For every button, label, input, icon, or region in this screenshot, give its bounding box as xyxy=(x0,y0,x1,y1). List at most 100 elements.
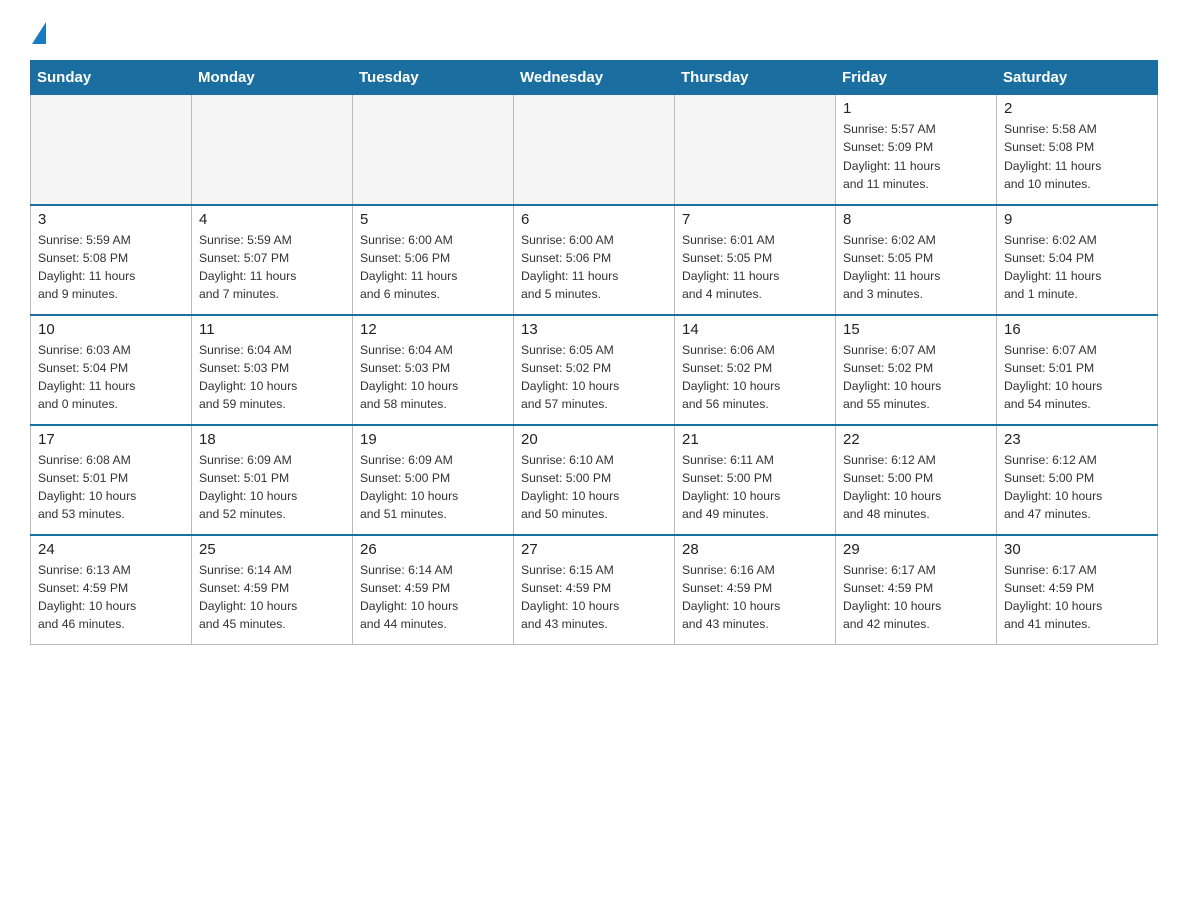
day-info: Sunrise: 6:08 AM Sunset: 5:01 PM Dayligh… xyxy=(38,451,184,524)
day-number: 25 xyxy=(199,541,345,558)
day-info: Sunrise: 6:04 AM Sunset: 5:03 PM Dayligh… xyxy=(199,341,345,414)
calendar-cell: 18 Sunrise: 6:09 AM Sunset: 5:01 PM Dayli… xyxy=(192,425,353,535)
calendar-cell: 29 Sunrise: 6:17 AM Sunset: 4:59 PM Dayli… xyxy=(836,535,997,645)
calendar-cell: 15 Sunrise: 6:07 AM Sunset: 5:02 PM Dayli… xyxy=(836,315,997,425)
day-number: 17 xyxy=(38,431,184,448)
day-number: 29 xyxy=(843,541,989,558)
calendar-cell: 1 Sunrise: 5:57 AM Sunset: 5:09 PM Daylig… xyxy=(836,95,997,205)
day-number: 28 xyxy=(682,541,828,558)
calendar-cell: 20Sunrise: 6:10 AM Sunset: 5:00 PM Dayli… xyxy=(514,425,675,535)
day-info: Sunrise: 6:11 AM Sunset: 5:00 PM Dayligh… xyxy=(682,451,828,524)
day-info: Sunrise: 6:07 AM Sunset: 5:02 PM Dayligh… xyxy=(843,341,989,414)
day-number: 2 xyxy=(1004,100,1150,117)
calendar-cell: 3 Sunrise: 5:59 AM Sunset: 5:08 PM Daylig… xyxy=(31,205,192,315)
day-info: Sunrise: 6:17 AM Sunset: 4:59 PM Dayligh… xyxy=(843,561,989,634)
day-number: 13 xyxy=(521,321,667,338)
day-info: Sunrise: 6:01 AM Sunset: 5:05 PM Dayligh… xyxy=(682,231,828,304)
day-info: Sunrise: 6:00 AM Sunset: 5:06 PM Dayligh… xyxy=(360,231,506,304)
day-info: Sunrise: 6:14 AM Sunset: 4:59 PM Dayligh… xyxy=(199,561,345,634)
calendar-cell: 28 Sunrise: 6:16 AM Sunset: 4:59 PM Dayli… xyxy=(675,535,836,645)
day-info: Sunrise: 6:16 AM Sunset: 4:59 PM Dayligh… xyxy=(682,561,828,634)
day-number: 23 xyxy=(1004,431,1150,448)
day-info: Sunrise: 6:12 AM Sunset: 5:00 PM Dayligh… xyxy=(843,451,989,524)
logo xyxy=(30,24,46,44)
calendar-cell xyxy=(192,95,353,205)
day-info: Sunrise: 6:02 AM Sunset: 5:05 PM Dayligh… xyxy=(843,231,989,304)
day-info: Sunrise: 5:59 AM Sunset: 5:07 PM Dayligh… xyxy=(199,231,345,304)
day-number: 9 xyxy=(1004,211,1150,228)
calendar-cell xyxy=(31,95,192,205)
day-info: Sunrise: 6:04 AM Sunset: 5:03 PM Dayligh… xyxy=(360,341,506,414)
day-number: 8 xyxy=(843,211,989,228)
calendar-cell xyxy=(514,95,675,205)
calendar-cell: 10Sunrise: 6:03 AM Sunset: 5:04 PM Dayli… xyxy=(31,315,192,425)
day-number: 14 xyxy=(682,321,828,338)
day-info: Sunrise: 6:09 AM Sunset: 5:01 PM Dayligh… xyxy=(199,451,345,524)
calendar-cell: 17 Sunrise: 6:08 AM Sunset: 5:01 PM Dayli… xyxy=(31,425,192,535)
day-info: Sunrise: 6:15 AM Sunset: 4:59 PM Dayligh… xyxy=(521,561,667,634)
weekday-header-sunday: Sunday xyxy=(31,61,192,95)
day-number: 4 xyxy=(199,211,345,228)
calendar-cell: 5Sunrise: 6:00 AM Sunset: 5:06 PM Daylig… xyxy=(353,205,514,315)
calendar-row-4: 24 Sunrise: 6:13 AM Sunset: 4:59 PM Dayli… xyxy=(31,535,1158,645)
day-info: Sunrise: 6:02 AM Sunset: 5:04 PM Dayligh… xyxy=(1004,231,1150,304)
day-number: 30 xyxy=(1004,541,1150,558)
calendar-row-0: 1 Sunrise: 5:57 AM Sunset: 5:09 PM Daylig… xyxy=(31,95,1158,205)
weekday-header-monday: Monday xyxy=(192,61,353,95)
calendar-cell: 23 Sunrise: 6:12 AM Sunset: 5:00 PM Dayli… xyxy=(997,425,1158,535)
day-number: 6 xyxy=(521,211,667,228)
day-number: 12 xyxy=(360,321,506,338)
day-info: Sunrise: 6:13 AM Sunset: 4:59 PM Dayligh… xyxy=(38,561,184,634)
calendar-row-1: 3 Sunrise: 5:59 AM Sunset: 5:08 PM Daylig… xyxy=(31,205,1158,315)
calendar-cell xyxy=(675,95,836,205)
day-number: 16 xyxy=(1004,321,1150,338)
day-number: 1 xyxy=(843,100,989,117)
weekday-header-tuesday: Tuesday xyxy=(353,61,514,95)
weekday-header-friday: Friday xyxy=(836,61,997,95)
day-info: Sunrise: 6:17 AM Sunset: 4:59 PM Dayligh… xyxy=(1004,561,1150,634)
calendar-cell: 7 Sunrise: 6:01 AM Sunset: 5:05 PM Daylig… xyxy=(675,205,836,315)
day-number: 3 xyxy=(38,211,184,228)
calendar-cell: 13 Sunrise: 6:05 AM Sunset: 5:02 PM Dayli… xyxy=(514,315,675,425)
calendar-cell: 27 Sunrise: 6:15 AM Sunset: 4:59 PM Dayli… xyxy=(514,535,675,645)
logo-top xyxy=(30,24,46,44)
calendar-cell: 12 Sunrise: 6:04 AM Sunset: 5:03 PM Dayli… xyxy=(353,315,514,425)
calendar-cell: 22 Sunrise: 6:12 AM Sunset: 5:00 PM Dayli… xyxy=(836,425,997,535)
day-number: 21 xyxy=(682,431,828,448)
calendar-cell: 2 Sunrise: 5:58 AM Sunset: 5:08 PM Daylig… xyxy=(997,95,1158,205)
calendar-cell: 16 Sunrise: 6:07 AM Sunset: 5:01 PM Dayli… xyxy=(997,315,1158,425)
calendar-row-2: 10Sunrise: 6:03 AM Sunset: 5:04 PM Dayli… xyxy=(31,315,1158,425)
day-info: Sunrise: 6:05 AM Sunset: 5:02 PM Dayligh… xyxy=(521,341,667,414)
day-info: Sunrise: 6:12 AM Sunset: 5:00 PM Dayligh… xyxy=(1004,451,1150,524)
page-header xyxy=(30,24,1158,44)
day-number: 11 xyxy=(199,321,345,338)
weekday-header-row: SundayMondayTuesdayWednesdayThursdayFrid… xyxy=(31,61,1158,95)
day-info: Sunrise: 5:59 AM Sunset: 5:08 PM Dayligh… xyxy=(38,231,184,304)
day-info: Sunrise: 6:06 AM Sunset: 5:02 PM Dayligh… xyxy=(682,341,828,414)
day-number: 24 xyxy=(38,541,184,558)
calendar-cell: 21 Sunrise: 6:11 AM Sunset: 5:00 PM Dayli… xyxy=(675,425,836,535)
day-number: 18 xyxy=(199,431,345,448)
day-info: Sunrise: 5:57 AM Sunset: 5:09 PM Dayligh… xyxy=(843,120,989,193)
calendar-cell: 6Sunrise: 6:00 AM Sunset: 5:06 PM Daylig… xyxy=(514,205,675,315)
calendar-cell: 24 Sunrise: 6:13 AM Sunset: 4:59 PM Dayli… xyxy=(31,535,192,645)
day-number: 20 xyxy=(521,431,667,448)
calendar-cell: 25 Sunrise: 6:14 AM Sunset: 4:59 PM Dayli… xyxy=(192,535,353,645)
day-info: Sunrise: 6:07 AM Sunset: 5:01 PM Dayligh… xyxy=(1004,341,1150,414)
calendar-cell: 14 Sunrise: 6:06 AM Sunset: 5:02 PM Dayli… xyxy=(675,315,836,425)
day-number: 27 xyxy=(521,541,667,558)
calendar-cell: 11 Sunrise: 6:04 AM Sunset: 5:03 PM Dayli… xyxy=(192,315,353,425)
calendar-cell: 8 Sunrise: 6:02 AM Sunset: 5:05 PM Daylig… xyxy=(836,205,997,315)
day-number: 22 xyxy=(843,431,989,448)
day-number: 15 xyxy=(843,321,989,338)
day-info: Sunrise: 5:58 AM Sunset: 5:08 PM Dayligh… xyxy=(1004,120,1150,193)
day-number: 7 xyxy=(682,211,828,228)
calendar-cell: 26 Sunrise: 6:14 AM Sunset: 4:59 PM Dayli… xyxy=(353,535,514,645)
day-number: 26 xyxy=(360,541,506,558)
calendar-cell: 9 Sunrise: 6:02 AM Sunset: 5:04 PM Daylig… xyxy=(997,205,1158,315)
calendar-cell: 19Sunrise: 6:09 AM Sunset: 5:00 PM Dayli… xyxy=(353,425,514,535)
calendar-table: SundayMondayTuesdayWednesdayThursdayFrid… xyxy=(30,60,1158,645)
calendar-cell: 30 Sunrise: 6:17 AM Sunset: 4:59 PM Dayli… xyxy=(997,535,1158,645)
weekday-header-saturday: Saturday xyxy=(997,61,1158,95)
day-info: Sunrise: 6:14 AM Sunset: 4:59 PM Dayligh… xyxy=(360,561,506,634)
